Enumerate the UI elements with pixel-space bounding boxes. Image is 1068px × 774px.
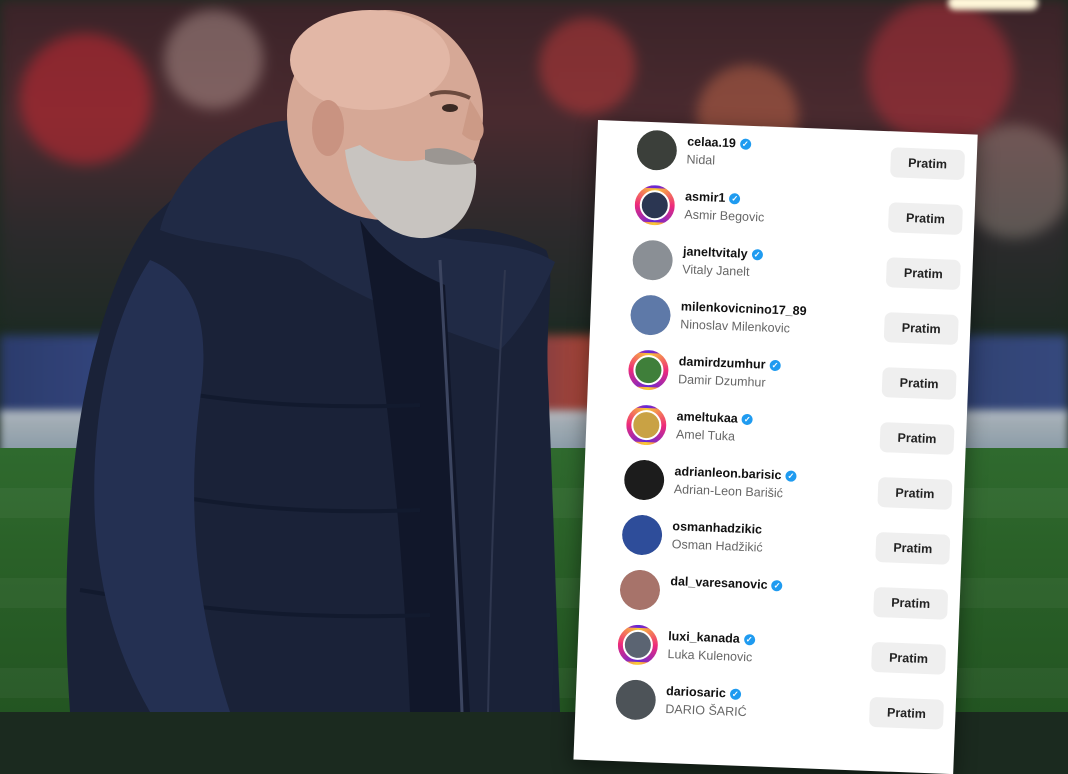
stadium-light [948,0,1038,10]
verified-badge-icon: ✓ [743,633,755,646]
following-button[interactable]: Pratim [879,422,955,455]
verified-badge-icon: ✓ [751,248,763,261]
username-link[interactable]: janeltvitaly ✓ [683,244,763,261]
verified-badge-icon: ✓ [771,580,783,592]
username-text[interactable]: janeltvitaly [683,244,748,260]
username-link[interactable]: luxi_kanada ✓ [668,629,755,646]
profile-avatar[interactable] [631,239,674,281]
verified-badge-icon: ✓ [769,359,781,372]
profile-avatar[interactable] [619,569,661,611]
verified-badge-icon: ✓ [741,413,753,426]
username-text[interactable]: dal_varesanovic [670,574,768,592]
full-name: Vitaly Janelt [682,262,750,279]
coach-figure [66,10,560,712]
following-button[interactable]: Pratim [877,477,953,510]
profile-avatar[interactable] [621,514,663,556]
full-name: Nidal [686,152,716,168]
username-text[interactable]: celaa.19 [687,134,736,150]
profile-avatar[interactable] [627,349,670,391]
verified-badge-icon: ✓ [785,470,797,482]
profile-avatar[interactable] [623,459,665,501]
profile-avatar[interactable] [625,404,668,446]
verified-badge-icon: ✓ [729,193,741,205]
following-button[interactable]: Pratim [873,586,949,620]
username-link[interactable]: osmanhadzikic [672,519,762,536]
username-text[interactable]: milenkovicnino17_89 [681,299,807,318]
following-button[interactable]: Pratim [871,641,947,675]
following-button[interactable]: Pratim [887,202,964,236]
username-text[interactable]: adrianleon.barisic [674,464,781,482]
following-button[interactable]: Pratim [868,696,945,730]
full-name: Damir Dzumhur [677,372,766,390]
following-button[interactable]: Pratim [881,367,957,400]
username-link[interactable]: celaa.19 ✓ [687,134,752,150]
username-text[interactable]: damirdzumhur [679,354,766,371]
profile-avatar[interactable] [634,184,676,226]
full-name: Osman Hadžikić [671,537,763,555]
full-name: Asmir Begovic [684,207,765,225]
username-link[interactable]: milenkovicnino17_89 [681,299,807,318]
full-name: Ninoslav Milenkovic [679,317,791,336]
username-text[interactable]: ameltukaa [676,409,738,425]
username-text[interactable]: dariosaric [666,684,726,700]
full-name: Adrian-Leon Barišić [673,482,784,501]
username-link[interactable]: adrianleon.barisic ✓ [674,464,797,483]
username-text[interactable]: asmir1 [685,189,726,205]
username-text[interactable]: osmanhadzikic [672,519,762,536]
username-link[interactable]: dariosaric ✓ [666,684,742,701]
username-link[interactable]: asmir1 ✓ [685,189,741,205]
profile-avatar[interactable] [615,679,657,721]
following-button[interactable]: Pratim [883,312,959,345]
profile-avatar[interactable] [617,624,659,666]
profile-avatar[interactable] [629,294,672,336]
full-name: DARIO ŠARIĆ [665,702,747,720]
username-text[interactable]: luxi_kanada [668,629,740,646]
following-list-screenshot: celaa.19 ✓ Nidal Pratim asmir1 ✓ Asmir Begovic… [573,120,978,774]
username-link[interactable]: ameltukaa ✓ [676,409,753,426]
following-button[interactable]: Pratim [875,531,951,565]
profile-avatar[interactable] [636,129,678,172]
username-link[interactable]: damirdzumhur ✓ [679,354,781,372]
username-link[interactable]: dal_varesanovic ✓ [670,574,783,592]
following-button[interactable]: Pratim [885,257,961,291]
full-name: Luka Kulenovic [667,647,753,665]
following-button[interactable]: Pratim [890,147,966,181]
full-name: Amel Tuka [675,427,736,444]
verified-badge-icon: ✓ [739,138,752,150]
verified-badge-icon: ✓ [729,688,742,700]
